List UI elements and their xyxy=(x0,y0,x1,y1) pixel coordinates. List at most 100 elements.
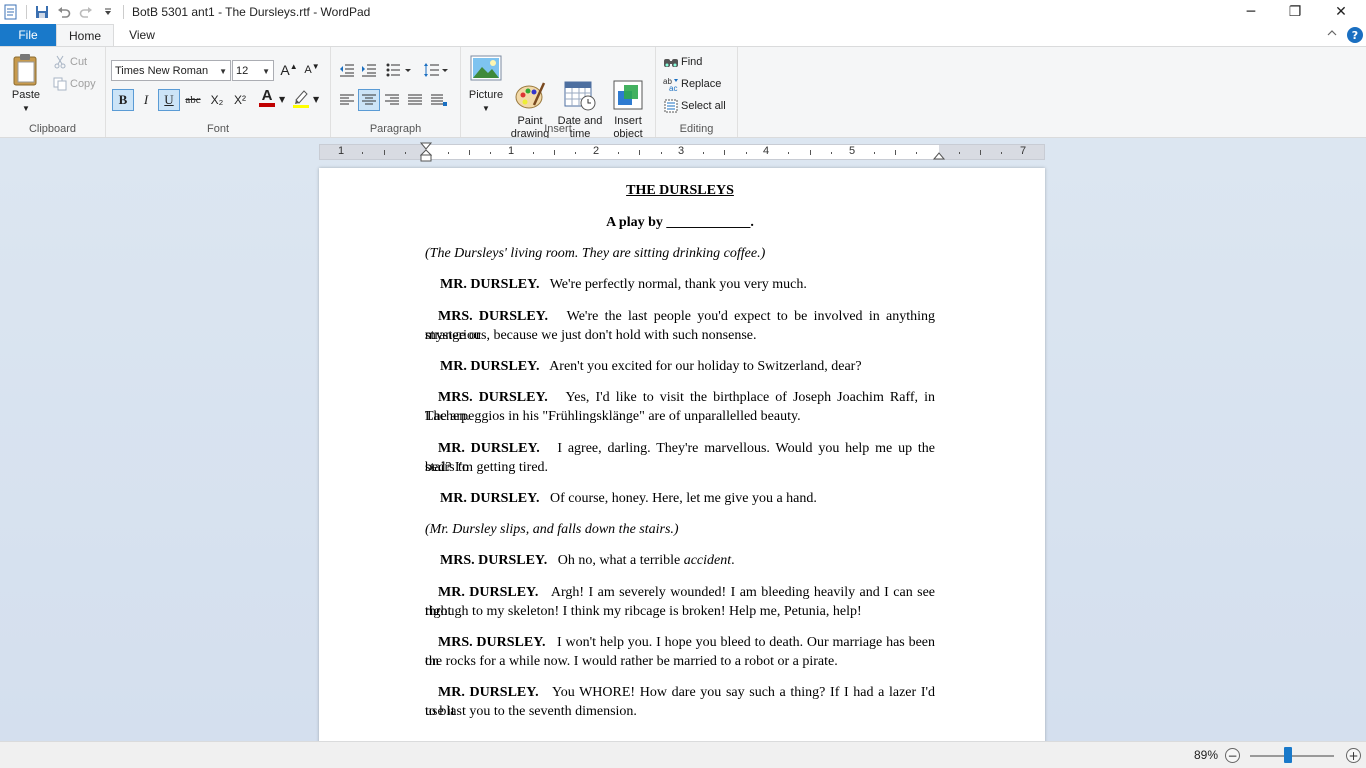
italic-button[interactable]: I xyxy=(135,89,157,111)
document-workspace[interactable]: 1 1 2 3 4 5 7 THE DURSLEYS A play by ___… xyxy=(0,138,1366,741)
speaker-name: MRS. DURSLEY. xyxy=(438,309,549,324)
ruler-number: 1 xyxy=(338,145,345,157)
align-left-icon xyxy=(340,94,354,105)
increase-indent-icon xyxy=(362,64,376,77)
strikethrough-button[interactable]: abc xyxy=(182,89,204,111)
customize-toolbar-icon[interactable] xyxy=(97,1,119,23)
copy-label: Copy xyxy=(70,78,96,90)
document-title: THE DURSLEYS xyxy=(626,183,734,198)
find-button[interactable]: Find xyxy=(662,55,702,69)
select-all-label: Select all xyxy=(681,100,726,112)
undo-icon[interactable] xyxy=(53,1,75,23)
bold-button[interactable]: B xyxy=(112,89,134,111)
find-label: Find xyxy=(681,56,703,68)
grow-font-button[interactable]: A ▲ xyxy=(278,59,300,81)
font-color-button[interactable]: A xyxy=(256,87,278,109)
status-bar: 89% − + xyxy=(0,741,1366,768)
right-indent-marker-icon[interactable] xyxy=(932,149,946,163)
maximize-button[interactable]: ❐ xyxy=(1272,0,1318,24)
zoom-in-button[interactable]: + xyxy=(1346,748,1361,763)
font-group-label: Font xyxy=(206,123,229,135)
line-spacing-button[interactable] xyxy=(421,59,451,81)
tab-file[interactable]: File xyxy=(0,24,56,46)
zoom-out-button[interactable]: − xyxy=(1225,748,1240,763)
align-center-icon xyxy=(362,94,376,105)
grow-font-icon: A xyxy=(280,62,290,78)
calendar-clock-icon xyxy=(564,66,596,111)
replace-button[interactable]: ab ac Replace xyxy=(662,77,721,91)
ruler-number: 5 xyxy=(849,145,856,157)
collapse-ribbon-icon[interactable] xyxy=(1327,27,1337,40)
underline-button[interactable]: U xyxy=(158,89,180,111)
align-right-button[interactable] xyxy=(381,89,403,111)
dialogue-line: MRS. DURSLEY. Oh no, what a terrible acc… xyxy=(425,551,935,570)
chevron-down-icon[interactable]: ▼ xyxy=(482,104,490,113)
ruler-tick xyxy=(362,152,364,154)
zoom-level: 89% xyxy=(1194,748,1219,762)
tab-home[interactable]: Home xyxy=(56,24,114,47)
first-line-indent-marker-icon[interactable] xyxy=(419,142,433,167)
speaker-name: MR. DURSLEY. xyxy=(440,359,540,374)
clipboard-group: Paste ▼ Cut Copy Clipboard xyxy=(0,47,106,137)
ruler-tick xyxy=(490,152,492,154)
ruler-tick xyxy=(724,150,726,155)
tab-view[interactable]: View xyxy=(116,24,168,46)
font-size-select[interactable]: 12 ▼ xyxy=(232,60,274,81)
zoom-slider-thumb[interactable] xyxy=(1283,747,1292,763)
highlight-button[interactable] xyxy=(290,87,312,109)
align-right-icon xyxy=(385,94,399,105)
speaker-name: MR. DURSLEY. xyxy=(440,491,540,506)
redo-icon[interactable] xyxy=(75,1,97,23)
document-page[interactable]: THE DURSLEYS A play by ____________. (Th… xyxy=(319,168,1045,741)
minimize-button[interactable]: ─ xyxy=(1228,0,1274,24)
cut-icon xyxy=(52,55,68,69)
dialogue-text-after: . xyxy=(731,553,735,568)
replace-icon: ab ac xyxy=(662,77,680,91)
copy-button[interactable]: Copy xyxy=(52,77,96,91)
highlighter-icon xyxy=(293,90,309,108)
picture-button[interactable]: Picture ▼ xyxy=(465,53,507,115)
zoom-slider-track[interactable] xyxy=(1250,755,1334,757)
help-icon[interactable]: ? xyxy=(1347,27,1363,43)
speaker-name: MR. DURSLEY. xyxy=(438,685,539,700)
ruler-left-margin xyxy=(320,145,426,159)
paste-label: Paste xyxy=(11,89,41,101)
align-center-button[interactable] xyxy=(358,89,380,111)
close-button[interactable]: ✕ xyxy=(1318,0,1364,24)
ruler-tick xyxy=(980,150,981,155)
shrink-font-button[interactable]: A ▼ xyxy=(301,59,323,81)
separator xyxy=(26,5,27,19)
font-family-select[interactable]: Times New Roman ▼ xyxy=(111,60,231,81)
dialogue-continuation: the rocks for a while now. I would rathe… xyxy=(425,654,838,669)
chevron-down-icon[interactable]: ▼ xyxy=(279,95,285,104)
superscript-button[interactable]: X² xyxy=(229,89,251,111)
decrease-indent-button[interactable] xyxy=(336,59,358,81)
cut-button[interactable]: Cut xyxy=(52,55,87,69)
emphasis-text: accident xyxy=(683,553,732,568)
increase-indent-button[interactable] xyxy=(358,59,380,81)
copy-icon xyxy=(52,77,68,91)
paste-button[interactable]: Paste ▼ xyxy=(6,53,46,115)
bullets-button[interactable] xyxy=(384,59,414,81)
replace-label: Replace xyxy=(681,78,722,90)
ruler-tick xyxy=(383,150,385,155)
subscript-button[interactable]: X₂ xyxy=(206,89,228,111)
ruler[interactable]: 1 1 2 3 4 5 7 xyxy=(319,142,1045,163)
paint-palette-icon xyxy=(514,66,546,109)
justify-button[interactable] xyxy=(404,89,426,111)
chevron-down-icon[interactable]: ▼ xyxy=(313,95,319,104)
insert-object-icon xyxy=(612,66,644,110)
ruler-right-margin xyxy=(939,145,1044,159)
dialogue-continuation: The arpeggios in his "Frühlingsklänge" a… xyxy=(425,409,801,424)
paragraph-dialog-button[interactable] xyxy=(428,89,450,111)
select-all-button[interactable]: Select all xyxy=(662,99,726,113)
ruler-tick xyxy=(703,152,705,154)
wordpad-app-icon[interactable] xyxy=(0,1,22,23)
paste-dropdown-icon[interactable]: ▼ xyxy=(22,104,30,113)
insert-group: Picture ▼ Paint drawing Date and time In… xyxy=(461,47,656,140)
ruler-number: 7 xyxy=(1020,145,1027,157)
ruler-tick xyxy=(575,152,577,154)
align-left-button[interactable] xyxy=(336,89,358,111)
quick-access-toolbar xyxy=(0,0,128,24)
save-icon[interactable] xyxy=(31,1,53,23)
